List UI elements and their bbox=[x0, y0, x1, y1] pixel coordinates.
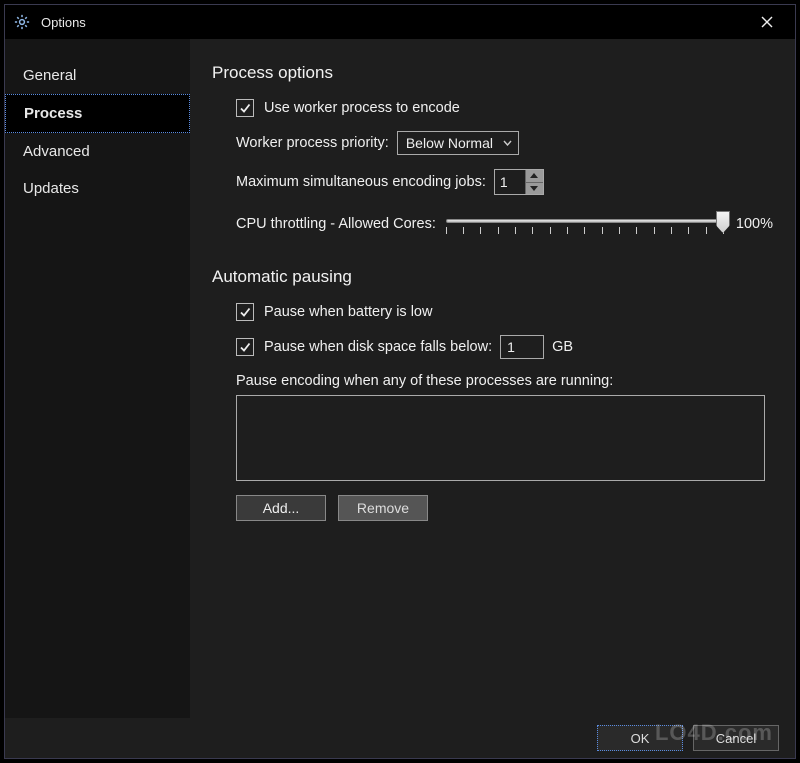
pausing-heading: Automatic pausing bbox=[212, 267, 773, 287]
check-icon bbox=[239, 102, 251, 114]
process-heading: Process options bbox=[212, 63, 773, 83]
cancel-button[interactable]: Cancel bbox=[693, 725, 779, 751]
cpu-percent: 100% bbox=[736, 216, 773, 232]
slider-track bbox=[446, 219, 724, 223]
maxjobs-up[interactable] bbox=[525, 170, 543, 182]
titlebar: Options bbox=[5, 5, 795, 39]
disk-unit: GB bbox=[552, 339, 573, 355]
ok-button[interactable]: OK bbox=[597, 725, 683, 751]
triangle-down-icon bbox=[530, 186, 538, 191]
check-icon bbox=[239, 306, 251, 318]
priority-combobox[interactable]: Below Normal bbox=[397, 131, 519, 155]
disk-threshold-input[interactable] bbox=[500, 335, 544, 359]
sidebar: General Process Advanced Updates bbox=[5, 39, 190, 718]
sidebar-item-advanced[interactable]: Advanced bbox=[5, 133, 190, 170]
priority-label: Worker process priority: bbox=[236, 135, 389, 151]
close-icon bbox=[761, 16, 773, 28]
pause-disk-checkbox[interactable] bbox=[236, 338, 254, 356]
pause-processes-label: Pause encoding when any of these process… bbox=[236, 373, 773, 389]
maxjobs-spinner[interactable] bbox=[494, 169, 544, 195]
options-window: Options General Process Advanced Updates… bbox=[4, 4, 796, 759]
remove-button[interactable]: Remove bbox=[338, 495, 428, 521]
cpu-slider[interactable] bbox=[446, 209, 724, 239]
cpu-label: CPU throttling - Allowed Cores: bbox=[236, 216, 436, 232]
sidebar-item-process[interactable]: Process bbox=[5, 94, 190, 133]
use-worker-checkbox[interactable] bbox=[236, 99, 254, 117]
sidebar-item-updates[interactable]: Updates bbox=[5, 170, 190, 207]
chevron-down-icon bbox=[503, 140, 512, 146]
pause-disk-label: Pause when disk space falls below: bbox=[264, 339, 492, 355]
use-worker-label: Use worker process to encode bbox=[264, 100, 460, 116]
check-icon bbox=[239, 341, 251, 353]
pause-processes-listbox[interactable] bbox=[236, 395, 765, 481]
window-title: Options bbox=[41, 15, 747, 30]
priority-value: Below Normal bbox=[406, 135, 493, 151]
pause-battery-label: Pause when battery is low bbox=[264, 304, 432, 320]
pause-battery-checkbox[interactable] bbox=[236, 303, 254, 321]
slider-ticks bbox=[446, 227, 724, 235]
maxjobs-down[interactable] bbox=[525, 182, 543, 195]
sidebar-item-general[interactable]: General bbox=[5, 57, 190, 94]
content-pane: Process options Use worker process to en… bbox=[190, 39, 795, 718]
close-button[interactable] bbox=[747, 7, 787, 37]
add-button[interactable]: Add... bbox=[236, 495, 326, 521]
gear-icon bbox=[13, 13, 31, 31]
maxjobs-input[interactable] bbox=[495, 170, 525, 194]
dialog-footer: OK Cancel bbox=[5, 718, 795, 758]
maxjobs-label: Maximum simultaneous encoding jobs: bbox=[236, 174, 486, 190]
triangle-up-icon bbox=[530, 173, 538, 178]
